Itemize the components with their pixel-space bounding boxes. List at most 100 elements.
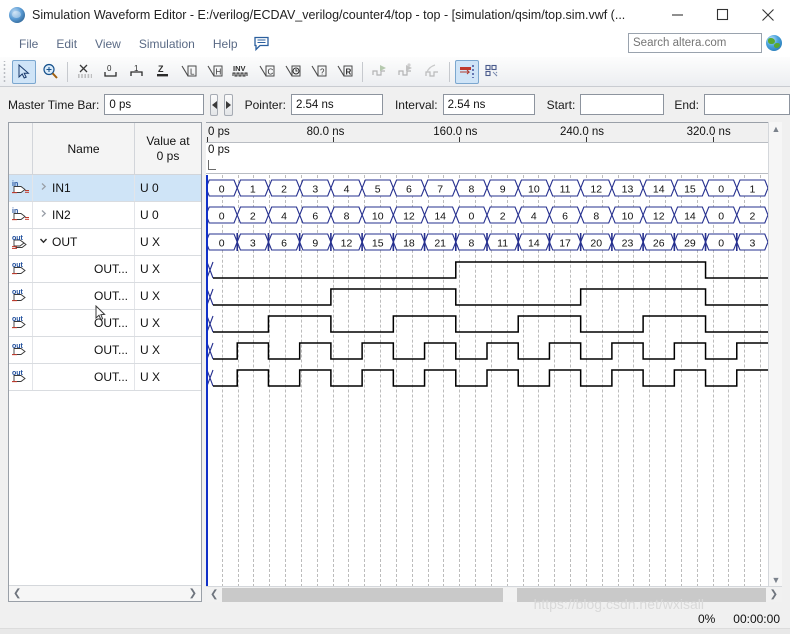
bit-waveform-row[interactable] [206,310,782,337]
svg-text:10: 10 [372,211,384,223]
chevron-down-icon[interactable] [37,236,50,248]
bus-waveform-row[interactable]: 0 1 2 3 4 5 6 7 8 9 10 11 12 13 14 15 0 1 [206,175,782,202]
svg-text:21: 21 [434,238,446,250]
master-time-cursor[interactable] [206,175,208,587]
title-bar: Simulation Waveform Editor - E:/verilog/… [0,0,790,30]
signal-row[interactable]: out OUT... U X [9,364,201,391]
menu-edit[interactable]: Edit [47,34,86,54]
start-input[interactable] [580,94,665,115]
signal-row[interactable]: in IN1 U 0 [9,175,201,202]
signal-list-hscrollbar[interactable]: ❮ ❯ [9,585,201,601]
close-button[interactable] [745,0,790,29]
svg-text:26: 26 [653,238,665,250]
scroll-right-arrow[interactable]: ❯ [185,588,201,599]
scroll-up-arrow[interactable]: ▲ [769,122,782,136]
overwrite-high-button[interactable]: 1 [125,60,149,84]
globe-icon[interactable] [766,35,782,51]
overwrite-unknown-button[interactable] [73,60,97,84]
menu-view[interactable]: View [86,34,130,54]
watermark-text: https://blog.csdn.net/wxisall [533,596,704,612]
svg-text:9: 9 [500,184,506,196]
bus-waveform-row[interactable]: 0 3 6 9 12 15 18 21 8 11 14 17 20 23 26 29 0 3 [206,229,782,256]
toolbar-grip[interactable] [2,60,9,83]
scroll-down-arrow[interactable]: ▼ [769,573,782,587]
taskbar-strip [0,628,790,634]
svg-text:8: 8 [468,184,474,196]
overwrite-random-values-button[interactable]: R [333,60,357,84]
signal-row[interactable]: out OUT... U X [9,337,201,364]
signal-name-cell: OUT... [33,364,135,390]
svg-text:14: 14 [653,184,665,196]
svg-text:out: out [12,370,24,377]
previous-transition-button[interactable] [210,93,219,116]
node-finder-button[interactable] [481,60,505,84]
overwrite-arbitrary-value-button[interactable]: ? [307,60,331,84]
elapsed-time: 00:00:00 [733,612,780,626]
svg-text:14: 14 [528,238,540,250]
overwrite-weak-low-button[interactable]: L [177,60,201,84]
interval-input[interactable] [442,94,535,115]
bit-waveform-row[interactable] [206,283,782,310]
svg-text:8: 8 [344,211,350,223]
zoom-tool-button[interactable] [38,60,62,84]
invert-button[interactable]: INV [229,60,253,84]
snap-to-transition-button[interactable] [420,60,444,84]
overwrite-weak-high-button[interactable]: H [203,60,227,84]
bit-waveform-row[interactable] [206,337,782,364]
align-to-grid-button[interactable] [455,59,479,84]
overwrite-high-impedance-button[interactable]: Z [151,60,175,84]
feedback-icon[interactable] [253,36,271,52]
waveform-vscrollbar[interactable]: ▲ ▼ [768,122,782,587]
signal-row[interactable]: in IN2 U 0 [9,202,201,229]
overwrite-clock-button[interactable] [281,60,305,84]
overwrite-count-value-button[interactable]: C [255,60,279,84]
signal-row[interactable]: out OUT U X [9,229,201,256]
minimize-button[interactable] [655,0,700,29]
search-input[interactable] [628,33,762,53]
maximize-button[interactable] [700,0,745,29]
time-bar-row: Master Time Bar: Pointer: Interval: Star… [0,88,790,121]
svg-text:10: 10 [528,184,540,196]
bus-waveform-row[interactable]: 0 2 4 6 8 10 12 14 0 2 4 6 8 10 12 14 0 2 [206,202,782,229]
scroll-left-arrow[interactable]: ❮ [9,588,25,599]
menu-simulation[interactable]: Simulation [130,34,204,54]
svg-text:9: 9 [312,238,318,250]
overwrite-low-button[interactable]: 0 [99,60,123,84]
svg-text:0: 0 [107,64,112,73]
chevron-right-icon[interactable] [37,182,50,194]
signal-name-cell: IN1 [33,175,135,201]
chevron-right-icon[interactable] [37,209,50,221]
svg-text:L: L [190,68,195,77]
waveform-scroll-right-arrow[interactable]: ❯ [766,589,782,600]
bit-waveform-row[interactable] [206,364,782,391]
signal-value-cell: U X [140,289,161,303]
waveform-scroll-left-arrow[interactable]: ❮ [206,589,222,600]
svg-text:C: C [268,68,274,77]
svg-text:Z: Z [158,64,164,74]
signal-name-cell: IN2 [33,202,135,228]
svg-text:7: 7 [437,184,443,196]
selection-tool-button[interactable] [12,59,36,84]
svg-text:6: 6 [562,211,568,223]
find-previous-transition-button[interactable] [368,60,392,84]
signal-name-label: OUT... [93,289,128,303]
svg-text:14: 14 [684,211,696,223]
menu-file[interactable]: File [10,34,47,54]
ruler-tick [207,137,208,142]
end-input[interactable] [704,94,790,115]
waveform-canvas[interactable]: 0 1 2 3 4 5 6 7 8 9 10 11 12 13 14 15 0 1 0 2 4 6 8 10 12 14 0 2 4 6 8… [206,175,782,587]
master-time-bar-flag[interactable] [208,160,216,170]
find-next-transition-button[interactable] [394,60,418,84]
next-transition-button[interactable] [224,93,233,116]
waveform-scroll-thumb[interactable] [503,587,518,602]
svg-text:11: 11 [560,184,571,196]
bit-waveform-row[interactable] [206,256,782,283]
master-time-bar-input[interactable] [104,94,205,115]
menu-help[interactable]: Help [204,34,247,54]
pointer-input[interactable] [290,94,383,115]
svg-text:10: 10 [622,211,634,223]
signal-row[interactable]: out OUT... U X [9,256,201,283]
time-ruler[interactable]: 0 ps 80.0 ns 160.0 ns 240.0 ns 320.0 ns [206,122,782,143]
ruler-label: 320.0 ns [686,126,731,138]
svg-text:1: 1 [749,184,755,196]
